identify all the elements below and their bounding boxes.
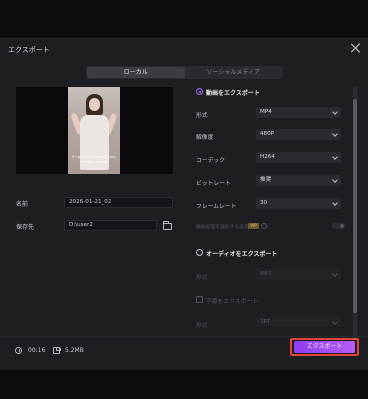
backdrop-top xyxy=(0,0,368,38)
chevron-down-icon xyxy=(332,200,338,206)
name-field[interactable]: 2026-01-21_02 xyxy=(64,197,173,208)
name-label: 名前 xyxy=(16,201,29,208)
format-value: MP4 xyxy=(260,109,272,115)
subtitle-export-label: 字幕をエクスポート xyxy=(206,299,258,305)
save-location-label: 保存先 xyxy=(16,224,35,231)
export-tabs: ローカル ソーシャルメディア xyxy=(86,66,283,79)
video-export-label: 動画をエクスポート xyxy=(206,90,260,97)
backdrop-bottom xyxy=(0,370,368,399)
audio-export-radio[interactable] xyxy=(196,249,203,256)
export-dialog: エクスポート ローカル ソーシャルメディア if I promise you, … xyxy=(0,38,368,370)
vip-badge: VIP xyxy=(248,223,259,229)
info-icon[interactable] xyxy=(261,223,267,229)
save-location-field[interactable]: D:\user2 xyxy=(64,220,157,231)
resolution-value: 480P xyxy=(260,131,275,137)
preview-thumbnail: if I promise you, for you, my love for y… xyxy=(68,87,120,174)
file-size-text: 5.2MB xyxy=(65,347,84,354)
format-select[interactable]: MP4 xyxy=(256,107,341,118)
subtitle-format-value: SRT xyxy=(260,319,271,325)
subtitle-export-checkbox[interactable] xyxy=(196,296,203,303)
tab-social-media[interactable]: ソーシャルメディア xyxy=(185,67,283,78)
duration-text: 00:16 xyxy=(28,347,46,354)
codec-select[interactable]: H264 xyxy=(256,152,341,163)
subtitle-format-label: 形式 xyxy=(196,323,208,329)
hw-accel-label: 動画処理を強化する設定 xyxy=(196,225,249,230)
video-preview: if I promise you, for you, my love for y… xyxy=(16,87,173,174)
file-size-icon xyxy=(53,347,61,354)
audio-format-value: MP3 xyxy=(260,271,272,277)
chevron-down-icon xyxy=(332,271,338,277)
tab-local[interactable]: ローカル xyxy=(87,67,185,78)
subtitle-format-select[interactable]: SRT xyxy=(256,317,341,326)
export-settings-panel: 動画をエクスポート 形式 MP4 解像度 480P コーデック H264 ビット… xyxy=(190,86,354,338)
close-icon[interactable] xyxy=(350,42,362,54)
chevron-down-icon xyxy=(332,131,338,137)
export-button[interactable]: エクスポート xyxy=(294,341,355,353)
framerate-select[interactable]: 30 xyxy=(256,198,341,209)
clock-icon xyxy=(15,347,22,354)
preview-caption: if I promise you, for you, my love for y… xyxy=(72,155,116,164)
hw-accel-toggle[interactable] xyxy=(332,223,345,229)
audio-format-label: 形式 xyxy=(196,275,208,281)
chevron-down-icon xyxy=(332,177,338,183)
bitrate-label: ビットレート xyxy=(196,181,231,187)
codec-value: H264 xyxy=(260,154,275,160)
bitrate-value: 推奨 xyxy=(260,177,272,183)
resolution-label: 解像度 xyxy=(196,135,214,141)
audio-export-label: オーディオをエクスポート xyxy=(206,251,278,258)
framerate-value: 30 xyxy=(260,200,268,206)
framerate-label: フレームレート xyxy=(196,204,237,210)
dialog-title: エクスポート xyxy=(8,46,50,54)
folder-icon[interactable] xyxy=(163,221,172,230)
video-export-radio[interactable] xyxy=(196,88,203,95)
codec-label: コーデック xyxy=(196,158,225,164)
chevron-down-icon xyxy=(332,109,338,115)
resolution-select[interactable]: 480P xyxy=(256,129,341,140)
bitrate-select[interactable]: 推奨 xyxy=(256,175,341,186)
chevron-down-icon xyxy=(332,319,338,325)
format-label: 形式 xyxy=(196,113,208,119)
chevron-down-icon xyxy=(332,154,338,160)
audio-format-select[interactable]: MP3 xyxy=(256,269,341,280)
